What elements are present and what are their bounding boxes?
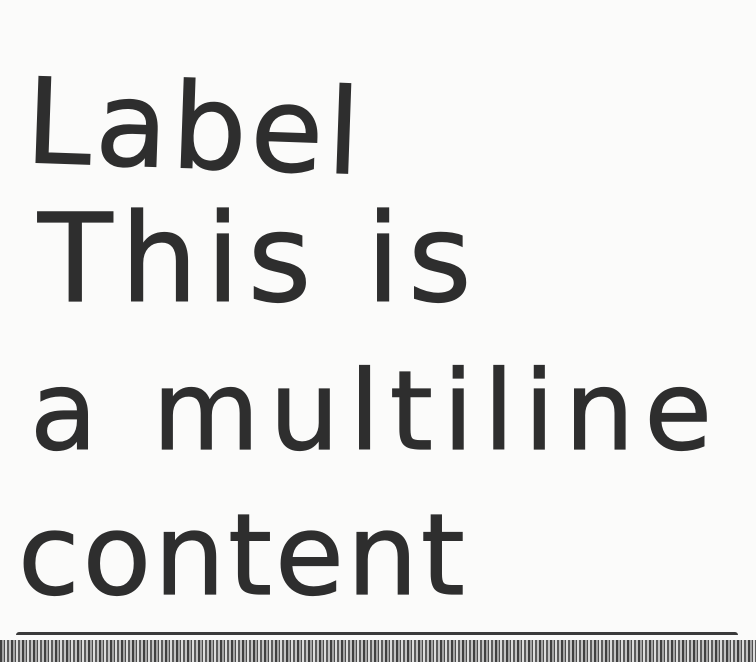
content-line-2: a multiline [29,347,723,475]
scan-artifact-strip [0,640,756,662]
note-label: Label [23,51,367,202]
content-line-1: This is [37,188,480,330]
content-line-3: content [17,491,468,621]
handwritten-note: Label This is a multiline content [0,0,756,662]
